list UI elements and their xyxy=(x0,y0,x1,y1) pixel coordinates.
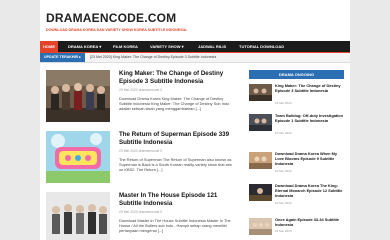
nav-drama-korea[interactable]: DRAMA KOREA ▾ xyxy=(65,41,104,52)
ticker-link[interactable]: [23 Mei 2020] King Maker: The Change of … xyxy=(90,53,216,62)
sidebar-thumbnail[interactable] xyxy=(249,184,272,201)
site-tagline: DOWNLOAD DRAMA KOREA DAN VARIETY SHOW KO… xyxy=(46,28,188,32)
post-thumbnail[interactable] xyxy=(46,131,110,183)
main-nav: HOME DRAMA KOREA ▾ FILM KOREA VARIETY SH… xyxy=(40,41,350,53)
sidebar-item: Download Drama Korea When My Love Blooms… xyxy=(249,151,344,178)
nav-film-korea[interactable]: FILM KOREA xyxy=(110,41,141,52)
post-excerpt: The Return of Superman The Return of Sup… xyxy=(119,157,232,173)
page-container: DRAMAENCODE.COM DOWNLOAD DRAMA KOREA DAN… xyxy=(40,0,350,240)
nav-tutorial-download[interactable]: TUTORIAL DOWNLOAD xyxy=(236,41,287,52)
news-ticker: UPDATE TERAKHIR ▸ [23 Mei 2020] King Mak… xyxy=(40,53,350,63)
sidebar-item-title[interactable]: Download Drama Korea When My Love Blooms… xyxy=(275,151,344,166)
post-excerpt: Download Master In The House Subtitle In… xyxy=(119,218,231,234)
sidebar-item-date: 23 Mei 2020 xyxy=(275,229,292,233)
sidebar-thumbnail[interactable] xyxy=(249,152,272,169)
sidebar-image xyxy=(249,184,272,201)
sidebar-image xyxy=(249,84,272,101)
sidebar-item: Download Drama Korea The King: Eternal M… xyxy=(249,183,344,210)
sidebar-item-title[interactable]: King Maker: The Change of Destiny Episod… xyxy=(275,83,344,94)
sidebar-item-title[interactable]: Team Bulldog: Off-duty Investigation Epi… xyxy=(275,113,344,124)
sidebar-image xyxy=(249,114,272,131)
post-item: The Return of Superman Episode 339 Subti… xyxy=(46,131,238,191)
sidebar-image xyxy=(249,152,272,169)
sidebar-item: Team Bulldog: Off-duty Investigation Epi… xyxy=(249,113,344,140)
sidebar-item-date: 23 Mei 2020 xyxy=(275,101,292,105)
post-image xyxy=(46,70,110,122)
post-title[interactable]: King Maker: The Change of Destiny Episod… xyxy=(119,70,237,86)
sidebar-item-date: 23 Mei 2020 xyxy=(275,169,292,173)
nav-home[interactable]: HOME xyxy=(40,41,58,52)
sidebar-thumbnail[interactable] xyxy=(249,84,272,101)
post-item: King Maker: The Change of Destiny Episod… xyxy=(46,70,238,130)
post-image xyxy=(46,192,110,240)
post-meta: 23 Mei 2020 dramaencode 0 xyxy=(119,88,163,92)
sidebar-item: Once Again Episode 33-34 Subtitle Indone… xyxy=(249,217,344,240)
post-image xyxy=(46,131,110,183)
post-thumbnail[interactable] xyxy=(46,70,110,122)
sidebar-item-date: 23 Mei 2020 xyxy=(275,131,292,135)
sidebar-item: King Maker: The Change of Destiny Episod… xyxy=(249,83,344,110)
sidebar-item-title[interactable]: Download Drama Korea The King: Eternal M… xyxy=(275,183,344,198)
post-title[interactable]: The Return of Superman Episode 339 Subti… xyxy=(119,131,237,147)
post-title[interactable]: Master In The House Episode 121 Subtitle… xyxy=(119,192,237,208)
sidebar-thumbnail[interactable] xyxy=(249,114,272,131)
sidebar-item-date: 23 Mei 2020 xyxy=(275,201,292,205)
sidebar-header: DRAMA ONGOING xyxy=(249,70,344,79)
nav-variety-show[interactable]: VARIETY SHOW ▾ xyxy=(147,41,187,52)
ticker-label: UPDATE TERAKHIR ▸ xyxy=(40,53,85,62)
post-meta: 23 Mei 2020 dramaencode 0 xyxy=(119,149,163,153)
post-excerpt: Download Drama Korea King Maker: The Cha… xyxy=(119,96,230,112)
sidebar-item-title[interactable]: Once Again Episode 33-34 Subtitle Indone… xyxy=(275,217,344,228)
nav-jadwal-rilis[interactable]: JADWAL RILIS xyxy=(195,41,229,52)
post-item: Master In The House Episode 121 Subtitle… xyxy=(46,192,238,240)
sidebar-image xyxy=(249,218,272,235)
sidebar-thumbnail[interactable] xyxy=(249,218,272,235)
site-logo[interactable]: DRAMAENCODE.COM xyxy=(46,11,176,25)
post-thumbnail[interactable] xyxy=(46,192,110,240)
post-meta: 23 Mei 2020 dramaencode 0 xyxy=(119,210,163,214)
